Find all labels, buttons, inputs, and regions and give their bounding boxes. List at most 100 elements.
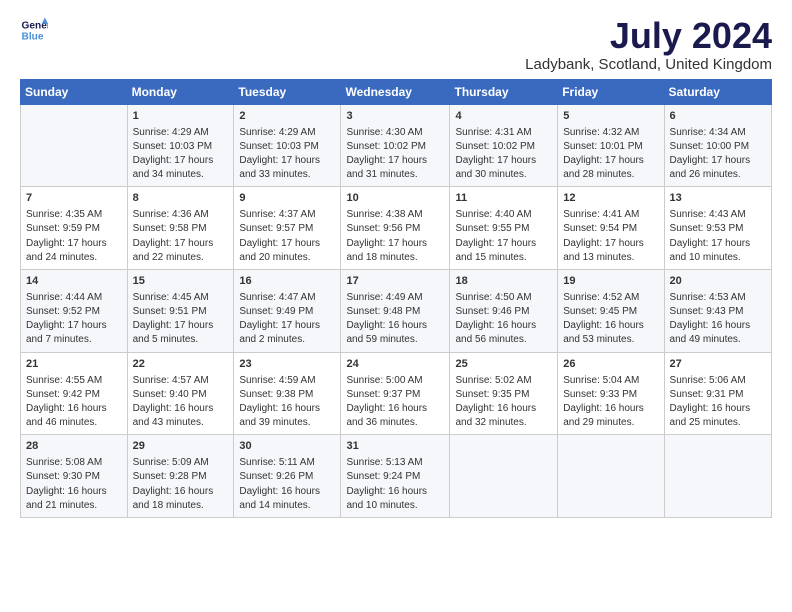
table-row: 28Sunrise: 5:08 AMSunset: 9:30 PMDayligh… — [21, 435, 772, 518]
cell-content: Sunrise: 4:36 AMSunset: 9:58 PMDaylight:… — [133, 208, 229, 265]
logo: General Blue — [20, 16, 48, 44]
cell-content: Sunrise: 5:04 AMSunset: 9:33 PMDaylight:… — [563, 374, 658, 431]
day-number: 20 — [670, 274, 766, 290]
day-number: 14 — [26, 274, 122, 290]
svg-text:Blue: Blue — [22, 31, 44, 42]
table-cell: 20Sunrise: 4:53 AMSunset: 9:43 PMDayligh… — [664, 269, 771, 352]
cell-content: Sunrise: 4:49 AMSunset: 9:48 PMDaylight:… — [346, 291, 444, 348]
location: Ladybank, Scotland, United Kingdom — [525, 56, 772, 73]
cell-content: Sunrise: 5:00 AMSunset: 9:37 PMDaylight:… — [346, 374, 444, 431]
table-cell: 6Sunrise: 4:34 AMSunset: 10:00 PMDayligh… — [664, 104, 771, 187]
title-block: July 2024 Ladybank, Scotland, United Kin… — [525, 16, 772, 73]
table-cell: 16Sunrise: 4:47 AMSunset: 9:49 PMDayligh… — [234, 269, 341, 352]
day-number: 7 — [26, 191, 122, 207]
table-cell: 10Sunrise: 4:38 AMSunset: 9:56 PMDayligh… — [341, 187, 450, 270]
col-wednesday: Wednesday — [341, 79, 450, 104]
day-number: 18 — [455, 274, 552, 290]
table-cell: 8Sunrise: 4:36 AMSunset: 9:58 PMDaylight… — [127, 187, 234, 270]
col-saturday: Saturday — [664, 79, 771, 104]
table-cell: 11Sunrise: 4:40 AMSunset: 9:55 PMDayligh… — [450, 187, 558, 270]
cell-content: Sunrise: 4:52 AMSunset: 9:45 PMDaylight:… — [563, 291, 658, 348]
calendar-table: Sunday Monday Tuesday Wednesday Thursday… — [20, 79, 772, 518]
day-number: 30 — [239, 439, 335, 455]
table-cell: 5Sunrise: 4:32 AMSunset: 10:01 PMDayligh… — [558, 104, 664, 187]
table-cell: 17Sunrise: 4:49 AMSunset: 9:48 PMDayligh… — [341, 269, 450, 352]
cell-content: Sunrise: 4:57 AMSunset: 9:40 PMDaylight:… — [133, 374, 229, 431]
cell-content: Sunrise: 4:55 AMSunset: 9:42 PMDaylight:… — [26, 374, 122, 431]
col-thursday: Thursday — [450, 79, 558, 104]
table-cell: 21Sunrise: 4:55 AMSunset: 9:42 PMDayligh… — [21, 352, 128, 435]
col-monday: Monday — [127, 79, 234, 104]
day-number: 2 — [239, 109, 335, 125]
cell-content: Sunrise: 4:29 AMSunset: 10:03 PMDaylight… — [239, 126, 335, 183]
day-number: 5 — [563, 109, 658, 125]
table-row: 7Sunrise: 4:35 AMSunset: 9:59 PMDaylight… — [21, 187, 772, 270]
cell-content: Sunrise: 4:41 AMSunset: 9:54 PMDaylight:… — [563, 208, 658, 265]
calendar-body: 1Sunrise: 4:29 AMSunset: 10:03 PMDayligh… — [21, 104, 772, 517]
cell-content: Sunrise: 4:32 AMSunset: 10:01 PMDaylight… — [563, 126, 658, 183]
cell-content: Sunrise: 5:13 AMSunset: 9:24 PMDaylight:… — [346, 456, 444, 513]
cell-content: Sunrise: 4:34 AMSunset: 10:00 PMDaylight… — [670, 126, 766, 183]
table-cell: 22Sunrise: 4:57 AMSunset: 9:40 PMDayligh… — [127, 352, 234, 435]
month-title: July 2024 — [525, 16, 772, 56]
day-number: 15 — [133, 274, 229, 290]
cell-content: Sunrise: 5:06 AMSunset: 9:31 PMDaylight:… — [670, 374, 766, 431]
day-number: 19 — [563, 274, 658, 290]
day-number: 23 — [239, 357, 335, 373]
cell-content: Sunrise: 4:45 AMSunset: 9:51 PMDaylight:… — [133, 291, 229, 348]
col-tuesday: Tuesday — [234, 79, 341, 104]
table-cell: 19Sunrise: 4:52 AMSunset: 9:45 PMDayligh… — [558, 269, 664, 352]
table-cell: 27Sunrise: 5:06 AMSunset: 9:31 PMDayligh… — [664, 352, 771, 435]
table-cell: 2Sunrise: 4:29 AMSunset: 10:03 PMDayligh… — [234, 104, 341, 187]
table-cell: 12Sunrise: 4:41 AMSunset: 9:54 PMDayligh… — [558, 187, 664, 270]
day-number: 6 — [670, 109, 766, 125]
cell-content: Sunrise: 4:31 AMSunset: 10:02 PMDaylight… — [455, 126, 552, 183]
table-cell: 13Sunrise: 4:43 AMSunset: 9:53 PMDayligh… — [664, 187, 771, 270]
cell-content: Sunrise: 4:50 AMSunset: 9:46 PMDaylight:… — [455, 291, 552, 348]
day-number: 3 — [346, 109, 444, 125]
header-row: Sunday Monday Tuesday Wednesday Thursday… — [21, 79, 772, 104]
day-number: 17 — [346, 274, 444, 290]
calendar-page: General Blue July 2024 Ladybank, Scotlan… — [0, 0, 792, 612]
table-cell — [558, 435, 664, 518]
table-cell: 1Sunrise: 4:29 AMSunset: 10:03 PMDayligh… — [127, 104, 234, 187]
table-cell: 4Sunrise: 4:31 AMSunset: 10:02 PMDayligh… — [450, 104, 558, 187]
cell-content: Sunrise: 4:47 AMSunset: 9:49 PMDaylight:… — [239, 291, 335, 348]
table-cell: 24Sunrise: 5:00 AMSunset: 9:37 PMDayligh… — [341, 352, 450, 435]
header: General Blue July 2024 Ladybank, Scotlan… — [20, 16, 772, 73]
cell-content: Sunrise: 4:40 AMSunset: 9:55 PMDaylight:… — [455, 208, 552, 265]
cell-content: Sunrise: 4:35 AMSunset: 9:59 PMDaylight:… — [26, 208, 122, 265]
table-cell: 25Sunrise: 5:02 AMSunset: 9:35 PMDayligh… — [450, 352, 558, 435]
table-cell — [450, 435, 558, 518]
cell-content: Sunrise: 5:08 AMSunset: 9:30 PMDaylight:… — [26, 456, 122, 513]
table-cell: 7Sunrise: 4:35 AMSunset: 9:59 PMDaylight… — [21, 187, 128, 270]
cell-content: Sunrise: 4:29 AMSunset: 10:03 PMDaylight… — [133, 126, 229, 183]
cell-content: Sunrise: 4:30 AMSunset: 10:02 PMDaylight… — [346, 126, 444, 183]
day-number: 24 — [346, 357, 444, 373]
cell-content: Sunrise: 4:59 AMSunset: 9:38 PMDaylight:… — [239, 374, 335, 431]
table-cell: 31Sunrise: 5:13 AMSunset: 9:24 PMDayligh… — [341, 435, 450, 518]
day-number: 31 — [346, 439, 444, 455]
table-cell: 18Sunrise: 4:50 AMSunset: 9:46 PMDayligh… — [450, 269, 558, 352]
table-cell — [664, 435, 771, 518]
table-cell: 30Sunrise: 5:11 AMSunset: 9:26 PMDayligh… — [234, 435, 341, 518]
table-cell: 28Sunrise: 5:08 AMSunset: 9:30 PMDayligh… — [21, 435, 128, 518]
day-number: 10 — [346, 191, 444, 207]
day-number: 22 — [133, 357, 229, 373]
day-number: 9 — [239, 191, 335, 207]
table-cell: 3Sunrise: 4:30 AMSunset: 10:02 PMDayligh… — [341, 104, 450, 187]
day-number: 21 — [26, 357, 122, 373]
day-number: 25 — [455, 357, 552, 373]
cell-content: Sunrise: 5:02 AMSunset: 9:35 PMDaylight:… — [455, 374, 552, 431]
day-number: 13 — [670, 191, 766, 207]
day-number: 28 — [26, 439, 122, 455]
table-cell: 23Sunrise: 4:59 AMSunset: 9:38 PMDayligh… — [234, 352, 341, 435]
table-row: 1Sunrise: 4:29 AMSunset: 10:03 PMDayligh… — [21, 104, 772, 187]
day-number: 16 — [239, 274, 335, 290]
day-number: 11 — [455, 191, 552, 207]
day-number: 4 — [455, 109, 552, 125]
day-number: 26 — [563, 357, 658, 373]
day-number: 1 — [133, 109, 229, 125]
day-number: 29 — [133, 439, 229, 455]
col-friday: Friday — [558, 79, 664, 104]
